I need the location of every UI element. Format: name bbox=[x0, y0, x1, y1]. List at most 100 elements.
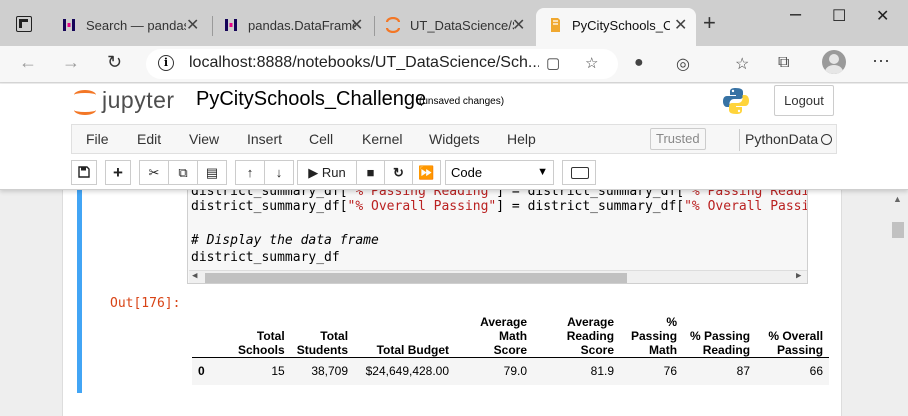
cell-type-select[interactable]: Code ▼ bbox=[445, 160, 554, 185]
more-options-icon[interactable]: ⋯ bbox=[872, 51, 890, 72]
close-tab-icon[interactable]: ✕ bbox=[350, 15, 363, 35]
jupyter-logo[interactable]: jupyter bbox=[74, 85, 184, 119]
menu-edit[interactable]: Edit bbox=[137, 131, 161, 147]
tab-pycityschools[interactable]: PyCitySchools_Che ✕ bbox=[536, 8, 696, 46]
interrupt-button[interactable]: ■ bbox=[356, 160, 385, 185]
new-tab-icon[interactable]: + bbox=[703, 10, 716, 36]
tab-title: Search — pandas bbox=[86, 18, 186, 33]
restart-run-all-button[interactable]: ⏩ bbox=[412, 160, 441, 185]
save-status: (unsaved changes) bbox=[419, 96, 505, 107]
divider bbox=[739, 129, 740, 151]
logout-button[interactable]: Logout bbox=[774, 85, 834, 116]
scrollbar-thumb[interactable] bbox=[205, 273, 627, 283]
table-cell: 76 bbox=[620, 357, 684, 385]
command-palette-button[interactable] bbox=[562, 160, 596, 185]
close-tab-icon[interactable]: ✕ bbox=[512, 15, 525, 35]
insert-cell-button[interactable]: + bbox=[105, 160, 131, 185]
arrow-up-icon: ↑ bbox=[246, 165, 254, 180]
index-header bbox=[192, 309, 232, 358]
profile-avatar[interactable] bbox=[822, 50, 846, 74]
trusted-indicator[interactable]: Trusted bbox=[650, 128, 706, 150]
favorite-add-icon[interactable]: ☆ bbox=[585, 54, 598, 72]
python-logo-icon bbox=[723, 88, 749, 114]
read-aloud-icon[interactable]: ▢ bbox=[546, 54, 560, 72]
scroll-left-icon[interactable]: ◀ bbox=[192, 271, 197, 281]
move-down-button[interactable]: ↓ bbox=[264, 160, 294, 185]
notebook-favicon-icon bbox=[551, 18, 560, 32]
extension-icon[interactable]: ◎ bbox=[676, 54, 690, 74]
move-up-button[interactable]: ↑ bbox=[235, 160, 265, 185]
forward-icon[interactable]: → bbox=[62, 52, 80, 73]
cell-type-value: Code bbox=[451, 165, 483, 180]
address-bar[interactable]: i localhost:8888/notebooks/UT_DataScienc… bbox=[146, 49, 618, 79]
favorites-icon[interactable]: ☆ bbox=[735, 54, 749, 74]
arrow-down-icon: ↓ bbox=[275, 165, 283, 180]
table-header-row: Total Schools Total Students Total Budget … bbox=[192, 309, 830, 358]
tab-ut-datascience[interactable]: UT_DataScience/S ✕ bbox=[374, 8, 534, 46]
code-editor[interactable]: district_summary_df["% Passing Reading"]… bbox=[187, 190, 808, 284]
fast-forward-icon: ⏩ bbox=[418, 165, 435, 180]
page-vertical-scrollbar[interactable]: ▲ bbox=[889, 190, 908, 416]
chevron-down-icon: ▼ bbox=[537, 166, 548, 178]
minimize-icon[interactable]: – bbox=[790, 3, 801, 26]
site-info-icon[interactable]: i bbox=[158, 55, 174, 71]
menu-cell[interactable]: Cell bbox=[309, 131, 333, 147]
notebook-name[interactable]: PyCitySchools_Challenge bbox=[196, 88, 426, 111]
menu-bar: File Edit View Insert Cell Kernel Widget… bbox=[71, 124, 837, 154]
table-cell: 87 bbox=[683, 357, 757, 385]
menu-file[interactable]: File bbox=[86, 131, 109, 147]
browser-toolbar: ← → ↻ i localhost:8888/notebooks/UT_Data… bbox=[0, 46, 908, 83]
paste-button[interactable]: ▤ bbox=[197, 160, 227, 185]
collections-icon[interactable]: ⧉ bbox=[778, 54, 789, 72]
restart-kernel-button[interactable]: ↻ bbox=[384, 160, 413, 185]
table-cell: $24,649,428.00 bbox=[354, 357, 456, 385]
jupyter-orbit-icon bbox=[74, 90, 96, 100]
refresh-icon[interactable]: ↻ bbox=[107, 52, 122, 73]
scroll-up-icon[interactable]: ▲ bbox=[893, 194, 902, 204]
save-button[interactable] bbox=[71, 160, 97, 185]
jupyter-orbit-icon bbox=[74, 105, 96, 115]
menu-help[interactable]: Help bbox=[507, 131, 536, 147]
table-cell: 81.9 bbox=[533, 357, 621, 385]
kernel-name[interactable]: PythonData bbox=[745, 131, 818, 147]
scrollbar-thumb[interactable] bbox=[892, 222, 904, 238]
close-window-icon[interactable]: ✕ bbox=[876, 6, 889, 26]
table-cell: 79.0 bbox=[455, 357, 534, 385]
extension-icon[interactable]: ● bbox=[634, 54, 644, 72]
close-tab-icon[interactable]: ✕ bbox=[674, 15, 687, 35]
pandas-favicon-icon bbox=[63, 19, 75, 31]
code-line: district_summary_df bbox=[191, 250, 340, 265]
dataframe-table: Total Schools Total Students Total Budget … bbox=[192, 309, 830, 385]
play-icon: ▶ bbox=[308, 165, 319, 180]
tab-pandas-dataframe[interactable]: pandas.DataFrame ✕ bbox=[212, 8, 372, 46]
column-header: Average Reading Score bbox=[533, 309, 621, 358]
table-cell: 38,709 bbox=[290, 357, 355, 385]
run-button[interactable]: ▶ Run bbox=[297, 160, 357, 185]
paste-icon: ▤ bbox=[205, 165, 219, 180]
restart-icon: ↻ bbox=[393, 165, 404, 180]
plus-icon: + bbox=[113, 163, 123, 182]
jupyter-header: jupyter PyCitySchools_Challenge (unsaved… bbox=[0, 84, 908, 190]
jupyter-favicon-icon bbox=[386, 17, 400, 33]
tab-title: PyCitySchools_Che bbox=[572, 18, 670, 33]
column-header: Total Schools bbox=[232, 309, 291, 358]
menu-widgets[interactable]: Widgets bbox=[429, 131, 480, 147]
scissors-icon: ✂ bbox=[148, 165, 160, 180]
url-text[interactable]: localhost:8888/notebooks/UT_DataScience/… bbox=[189, 54, 539, 72]
maximize-icon[interactable]: ☐ bbox=[832, 6, 846, 26]
cut-button[interactable]: ✂ bbox=[139, 160, 169, 185]
copy-button[interactable]: ⧉ bbox=[168, 160, 198, 185]
window-menu-icon[interactable] bbox=[16, 16, 32, 32]
menu-kernel[interactable]: Kernel bbox=[362, 131, 402, 147]
scroll-right-icon[interactable]: ▶ bbox=[796, 271, 801, 281]
horizontal-scrollbar[interactable]: ◀ ▶ bbox=[189, 270, 807, 283]
menu-view[interactable]: View bbox=[189, 131, 219, 147]
jupyter-logo-text: jupyter bbox=[102, 87, 175, 113]
back-icon[interactable]: ← bbox=[19, 52, 37, 73]
tab-title: UT_DataScience/S bbox=[410, 18, 514, 33]
close-tab-icon[interactable]: ✕ bbox=[186, 15, 199, 35]
tab-search-pandas[interactable]: Search — pandas ✕ bbox=[50, 8, 210, 46]
menu-insert[interactable]: Insert bbox=[247, 131, 282, 147]
run-label: Run bbox=[321, 165, 346, 180]
code-comment: # Display the data frame bbox=[191, 233, 379, 248]
